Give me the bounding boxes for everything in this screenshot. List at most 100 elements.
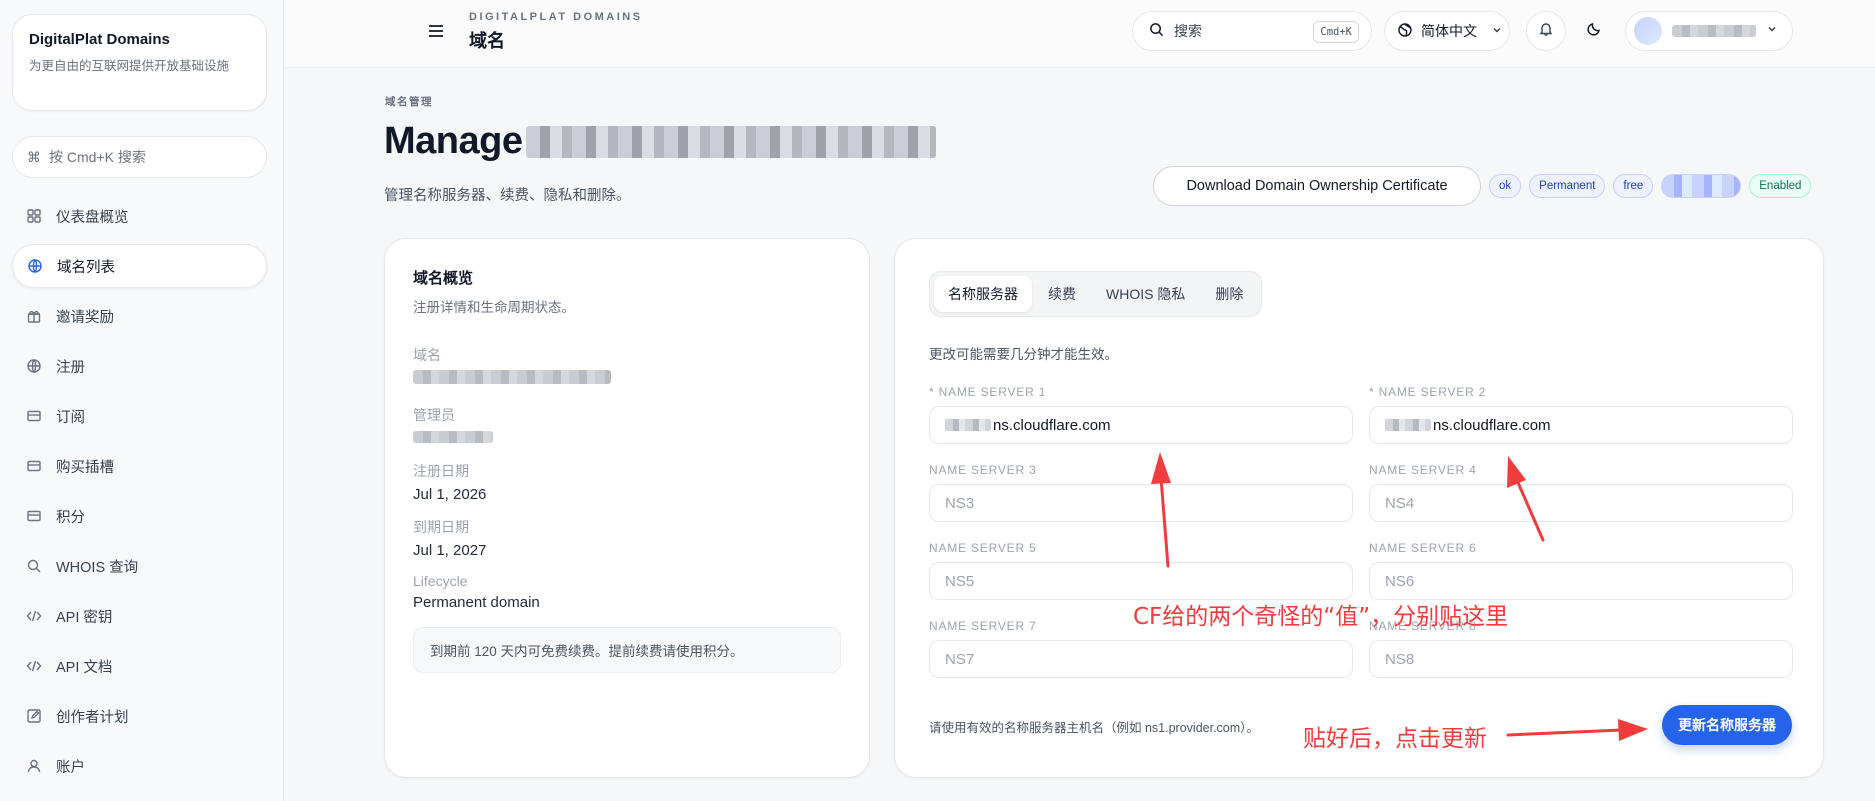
globe-icon <box>26 358 42 374</box>
domain-label: 域名 <box>413 347 441 363</box>
sidebar-item-label: 订阅 <box>56 409 85 426</box>
sidebar-nav: 仪表盘概览 域名列表 邀请奖励 注册 订阅 购买插槽 积分 WHOIS 查询 A… <box>12 194 267 794</box>
sidebar-item-label: API 密钥 <box>56 609 113 626</box>
avatar <box>1634 17 1662 45</box>
nameserver-7-input[interactable] <box>945 650 1352 668</box>
user-icon <box>26 758 42 774</box>
domain-name-redacted <box>526 125 937 158</box>
nameserver-1-label: * NAME SERVER 1 <box>929 385 1047 399</box>
sidebar-item-credits[interactable]: 积分 <box>12 494 267 538</box>
sidebar-item-label: 积分 <box>56 509 85 526</box>
admin-field: 管理员 <box>413 405 493 447</box>
sidebar-item-domains[interactable]: 域名列表 <box>12 244 267 288</box>
nameserver-5-input[interactable] <box>945 572 1352 590</box>
nameserver-4-input[interactable] <box>1385 494 1792 512</box>
update-nameservers-button[interactable]: 更新名称服务器 <box>1662 705 1792 745</box>
sidebar-item-label: 购买插槽 <box>56 459 114 476</box>
term-badge: Permanent <box>1529 174 1606 198</box>
brand-subtitle: 为更自由的互联网提供开放基础设施 <box>29 59 230 73</box>
nameserver-2-redacted-prefix <box>1385 419 1431 431</box>
card-icon <box>26 408 42 424</box>
sidebar-item-register[interactable]: 注册 <box>12 344 267 388</box>
user-menu-button[interactable] <box>1625 11 1793 51</box>
nameserver-4-label: NAME SERVER 4 <box>1369 463 1477 477</box>
sidebar-search-label: 按 Cmd+K 搜索 <box>49 149 146 165</box>
nameserver-1-value: ns.cloudflare.com <box>993 416 1111 434</box>
user-name-redacted <box>1672 25 1756 37</box>
edit-icon <box>26 708 42 724</box>
sidebar-item-whois[interactable]: WHOIS 查询 <box>12 544 267 588</box>
nameserver-2-label: * NAME SERVER 2 <box>1369 385 1487 399</box>
sidebar-item-account[interactable]: 账户 <box>12 744 267 788</box>
nameserver-1-redacted-prefix <box>945 419 991 431</box>
nameserver-4-field: NAME SERVER 4 <box>1369 463 1793 522</box>
gift-icon <box>26 308 42 324</box>
sidebar-item-label: 创作者计划 <box>56 709 129 726</box>
lifecycle-field: Lifecycle Permanent domain <box>413 573 540 611</box>
app-kicker: DIGITALPLAT DOMAINS <box>469 11 643 23</box>
tab-whois-privacy[interactable]: WHOIS 隐私 <box>1092 276 1199 312</box>
nameserver-3-input[interactable] <box>945 494 1352 512</box>
card-icon <box>26 458 42 474</box>
nameserver-1-input[interactable]: ns.cloudflare.com <box>929 406 1353 444</box>
moon-icon <box>1586 21 1602 42</box>
sidebar-item-referral[interactable]: 邀请奖励 <box>12 294 267 338</box>
page-title-text: Manage <box>384 120 523 162</box>
nameserver-2-field: * NAME SERVER 2 ns.cloudflare.com <box>1369 385 1793 444</box>
notifications-button[interactable] <box>1526 11 1566 51</box>
nameserver-5-label: NAME SERVER 5 <box>929 541 1037 555</box>
language-icon <box>1397 22 1413 41</box>
shortcut-badge: Cmd+K <box>1313 21 1359 43</box>
tab-renewal[interactable]: 续费 <box>1034 276 1090 312</box>
registration-date-value: Jul 1, 2026 <box>413 486 487 503</box>
bell-icon <box>1538 21 1554 42</box>
nameserver-3-field: NAME SERVER 3 <box>929 463 1353 522</box>
enabled-badge: Enabled <box>1749 174 1812 198</box>
nameserver-5-field: NAME SERVER 5 <box>929 541 1353 600</box>
tab-delete[interactable]: 删除 <box>1201 276 1257 312</box>
nameserver-8-input[interactable] <box>1385 650 1792 668</box>
theme-toggle[interactable] <box>1574 11 1614 51</box>
admin-value-redacted <box>413 430 493 447</box>
expiry-date-value: Jul 1, 2027 <box>413 542 487 559</box>
sidebar-item-label: 账户 <box>56 759 85 776</box>
sidebar-item-api-docs[interactable]: API 文档 <box>12 644 267 688</box>
sidebar-search-button[interactable]: ⌘ 按 Cmd+K 搜索 <box>12 136 267 178</box>
top-search-button[interactable]: 搜索 Cmd+K <box>1132 11 1372 51</box>
tab-nameservers[interactable]: 名称服务器 <box>934 276 1032 312</box>
domain-field: 域名 <box>413 345 611 388</box>
sidebar-item-label: WHOIS 查询 <box>56 559 139 576</box>
page-title: Manage <box>384 120 937 163</box>
sidebar-item-label: 仪表盘概览 <box>56 209 129 226</box>
sidebar-item-label: 邀请奖励 <box>56 309 114 326</box>
sidebar-item-creator[interactable]: 创作者计划 <box>12 694 267 738</box>
admin-label: 管理员 <box>413 407 455 423</box>
renewal-note: 到期前 120 天内可免费续费。提前续费请使用积分。 <box>413 627 841 673</box>
nameserver-2-input[interactable]: ns.cloudflare.com <box>1369 406 1793 444</box>
overview-title: 域名概览 <box>413 270 474 287</box>
annotation-paste-here: CF给的两个奇怪的“值”，分别贴这里 <box>1133 604 1509 630</box>
chevron-down-icon <box>1491 23 1503 39</box>
registration-date-field: 注册日期 Jul 1, 2026 <box>413 461 486 503</box>
expiry-date-label: 到期日期 <box>413 519 469 535</box>
sidebar: DigitalPlat Domains 为更自由的互联网提供开放基础设施 ⌘ 按… <box>0 0 284 801</box>
dashboard-icon <box>26 208 42 224</box>
nameserver-6-label: NAME SERVER 6 <box>1369 541 1477 555</box>
brand-card[interactable]: DigitalPlat Domains 为更自由的互联网提供开放基础设施 <box>12 14 267 111</box>
download-certificate-button[interactable]: Download Domain Ownership Certificate <box>1153 166 1481 206</box>
sidebar-item-subscription[interactable]: 订阅 <box>12 394 267 438</box>
expiry-date-field: 到期日期 Jul 1, 2027 <box>413 517 486 559</box>
nameserver-6-input[interactable] <box>1385 572 1792 590</box>
menu-icon[interactable] <box>427 22 445 40</box>
breadcrumb: 域名管理 <box>385 96 433 108</box>
top-search-label: 搜索 <box>1174 23 1202 39</box>
language-select[interactable]: 简体中文 <box>1384 11 1510 51</box>
language-label: 简体中文 <box>1421 23 1477 39</box>
sidebar-item-buy-slots[interactable]: 购买插槽 <box>12 444 267 488</box>
status-badge: ok <box>1489 174 1522 198</box>
nameserver-1-field: * NAME SERVER 1 ns.cloudflare.com <box>929 385 1353 444</box>
sidebar-item-dashboard[interactable]: 仪表盘概览 <box>12 194 267 238</box>
plan-badge: free <box>1613 174 1654 198</box>
sidebar-item-api-keys[interactable]: API 密钥 <box>12 594 267 638</box>
sidebar-item-label: API 文档 <box>56 659 113 676</box>
